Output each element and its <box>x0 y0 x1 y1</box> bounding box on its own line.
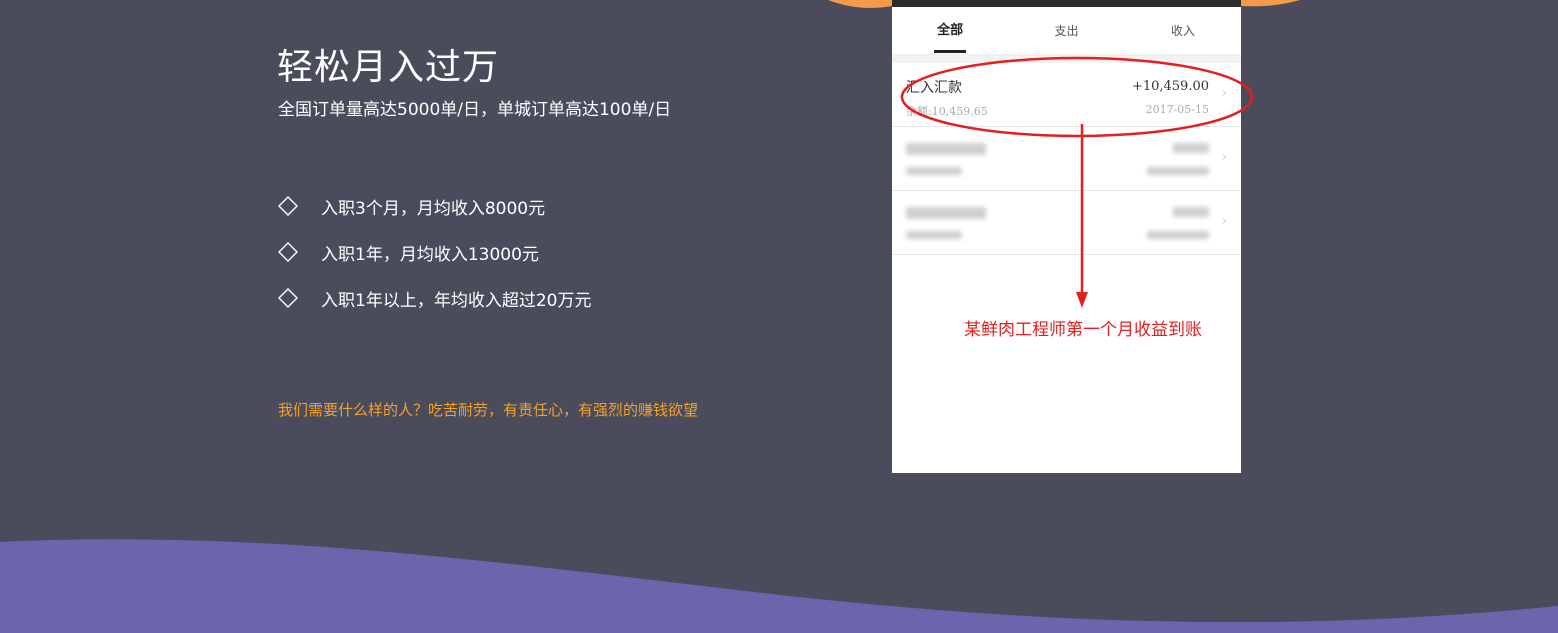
diamond-outline-icon <box>277 287 299 309</box>
tab-all[interactable]: 全部 <box>892 7 1008 55</box>
top-orange-wave <box>828 0 1300 8</box>
arrow-down-icon <box>1076 292 1088 308</box>
diamond-outline-icon <box>277 241 299 263</box>
transaction-tabs: 全部 支出 收入 <box>892 7 1241 55</box>
annotation-overlay <box>900 56 1254 308</box>
list-item: 入职3个月，月均收入8000元 <box>277 192 591 220</box>
highlight-ellipse <box>900 56 1254 138</box>
bottom-purple-wave <box>0 539 1558 633</box>
income-list: 入职3个月，月均收入8000元 入职1年，月均收入13000元 入职1年以上，年… <box>277 192 591 330</box>
list-item-label: 入职1年以上，年均收入超过20万元 <box>321 290 592 311</box>
diamond-outline-icon <box>277 195 299 217</box>
list-item: 入职1年以上，年均收入超过20万元 <box>277 284 591 312</box>
tab-income[interactable]: 收入 <box>1125 7 1241 55</box>
tab-expense[interactable]: 支出 <box>1008 7 1124 55</box>
list-item: 入职1年，月均收入13000元 <box>277 238 591 266</box>
annotation-label: 某鲜肉工程师第一个月收益到账 <box>964 320 1202 340</box>
page-subtitle: 全国订单量高达5000单/日，单城订单高达100单/日 <box>278 100 672 120</box>
page-title: 轻松月入过万 <box>277 47 500 88</box>
list-item-label: 入职3个月，月均收入8000元 <box>321 198 546 219</box>
list-item-label: 入职1年，月均收入13000元 <box>321 244 539 265</box>
recruit-tagline: 我们需要什么样的人？吃苦耐劳，有责任心，有强烈的赚钱欲望 <box>278 401 699 419</box>
